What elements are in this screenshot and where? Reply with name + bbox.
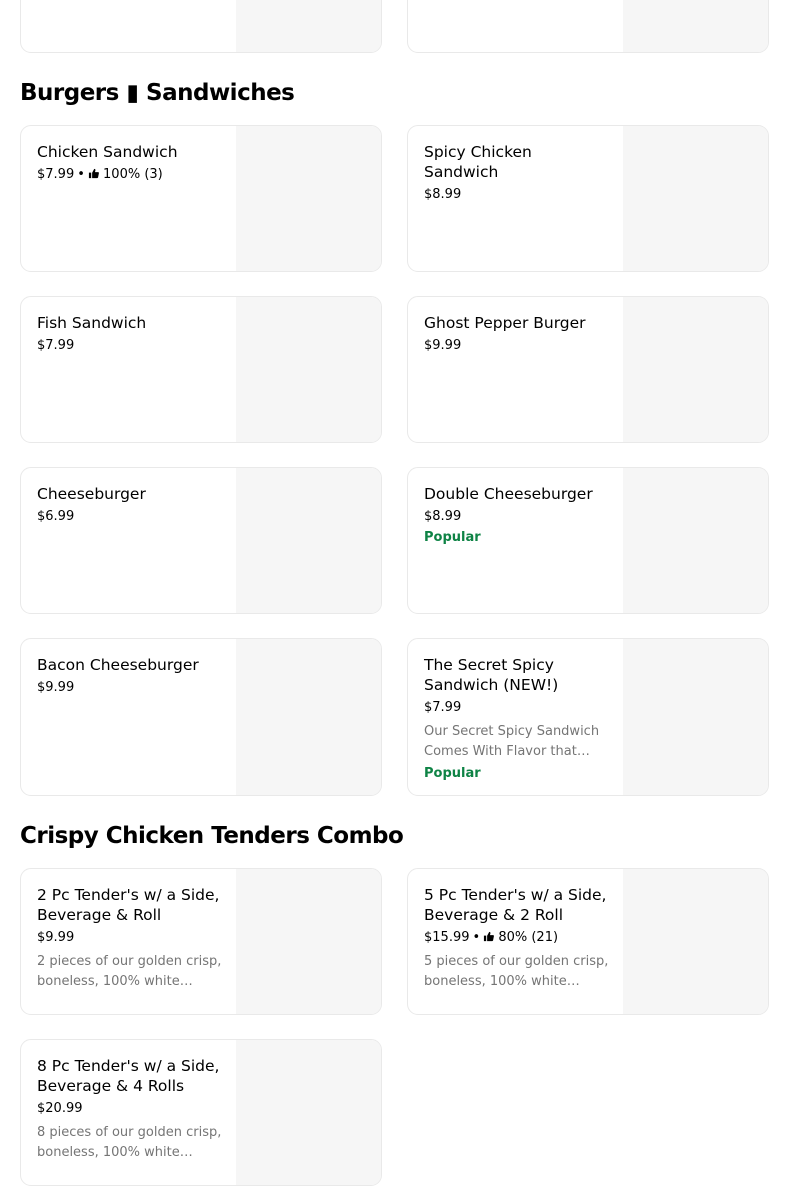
item-image xyxy=(623,468,768,613)
menu-item-card-partial[interactable] xyxy=(20,0,382,53)
thumbs-up-icon xyxy=(484,931,495,942)
menu-item-spicy-chicken-sandwich[interactable]: Spicy Chicken Sandwich $8.99 xyxy=(407,125,769,272)
section-title-crispy-chicken-tenders-combo: Crispy Chicken Tenders Combo xyxy=(20,823,404,849)
item-description: 5 pieces of our golden crisp, boneless, … xyxy=(424,954,609,989)
popular-badge: Popular xyxy=(424,530,481,545)
item-price: $15.99 xyxy=(424,930,470,945)
item-price: $20.99 xyxy=(37,1101,83,1116)
item-description: 8 pieces of our golden crisp, boneless, … xyxy=(37,1125,222,1160)
item-image xyxy=(623,297,768,442)
menu-item-ghost-pepper-burger[interactable]: Ghost Pepper Burger $9.99 xyxy=(407,296,769,443)
item-price: $6.99 xyxy=(37,509,75,524)
item-name: Bacon Cheeseburger xyxy=(37,656,199,674)
item-name: 2 Pc Tender's w/ a Side, Beverage & Roll xyxy=(37,886,220,924)
item-image xyxy=(236,297,381,442)
item-image xyxy=(623,126,768,271)
item-price-line: $15.99 • 80% (21) xyxy=(424,929,610,947)
item-image xyxy=(236,639,381,795)
menu-item-fish-sandwich[interactable]: Fish Sandwich $7.99 xyxy=(20,296,382,443)
item-name: Cheeseburger xyxy=(37,485,146,503)
item-price: $7.99 xyxy=(424,700,462,715)
separator: • xyxy=(472,930,481,945)
item-image xyxy=(623,869,768,1014)
popular-badge: Popular xyxy=(424,766,481,781)
separator: • xyxy=(77,167,85,182)
item-price: $9.99 xyxy=(37,930,75,945)
item-price: $7.99 xyxy=(37,167,75,182)
menu-item-cheeseburger[interactable]: Cheeseburger $6.99 xyxy=(20,467,382,614)
item-image xyxy=(623,0,768,52)
item-description: 2 pieces of our golden crisp, boneless, … xyxy=(37,954,222,989)
item-price: $9.99 xyxy=(37,680,75,695)
item-image xyxy=(236,1040,381,1185)
section-title-burgers-sandwiches: Burgers ▮ Sandwiches xyxy=(20,80,295,106)
item-rating: 80% xyxy=(498,930,528,945)
menu-item-5pc-tenders[interactable]: 5 Pc Tender's w/ a Side, Beverage & 2 Ro… xyxy=(407,868,769,1015)
item-rating: 100% xyxy=(103,167,141,182)
thumbs-up-icon xyxy=(88,168,99,179)
item-price: $8.99 xyxy=(424,509,462,524)
item-price-line: $7.99 • 100% (3) xyxy=(37,166,223,184)
item-name: Ghost Pepper Burger xyxy=(424,314,586,332)
menu-item-secret-spicy-sandwich[interactable]: The Secret Spicy Sandwich (NEW!) $7.99 O… xyxy=(407,638,769,796)
item-image xyxy=(623,639,768,795)
menu-item-bacon-cheeseburger[interactable]: Bacon Cheeseburger $9.99 xyxy=(20,638,382,796)
item-description: Our Secret Spicy Sandwich Comes With Fla… xyxy=(424,724,600,759)
item-rating-count: (21) xyxy=(531,930,559,945)
menu-item-8pc-tenders[interactable]: 8 Pc Tender's w/ a Side, Beverage & 4 Ro… xyxy=(20,1039,382,1186)
item-rating-count: (3) xyxy=(144,167,163,182)
menu-item-card-partial[interactable] xyxy=(407,0,769,53)
item-name: 5 Pc Tender's w/ a Side, Beverage & 2 Ro… xyxy=(424,886,607,924)
item-image xyxy=(236,468,381,613)
item-name: The Secret Spicy Sandwich (NEW!) xyxy=(424,656,559,694)
item-name: Chicken Sandwich xyxy=(37,143,178,161)
item-name: 8 Pc Tender's w/ a Side, Beverage & 4 Ro… xyxy=(37,1057,220,1095)
item-image xyxy=(236,126,381,271)
menu-item-chicken-sandwich[interactable]: Chicken Sandwich $7.99 • 100% (3) xyxy=(20,125,382,272)
item-image xyxy=(236,869,381,1014)
item-name: Fish Sandwich xyxy=(37,314,147,332)
item-name: Double Cheeseburger xyxy=(424,485,593,503)
menu-item-double-cheeseburger[interactable]: Double Cheeseburger $8.99 Popular xyxy=(407,467,769,614)
item-price: $8.99 xyxy=(424,187,462,202)
menu-item-2pc-tenders[interactable]: 2 Pc Tender's w/ a Side, Beverage & Roll… xyxy=(20,868,382,1015)
item-image xyxy=(236,0,381,52)
item-price: $7.99 xyxy=(37,338,75,353)
item-name: Spicy Chicken Sandwich xyxy=(424,143,532,181)
item-price: $9.99 xyxy=(424,338,462,353)
